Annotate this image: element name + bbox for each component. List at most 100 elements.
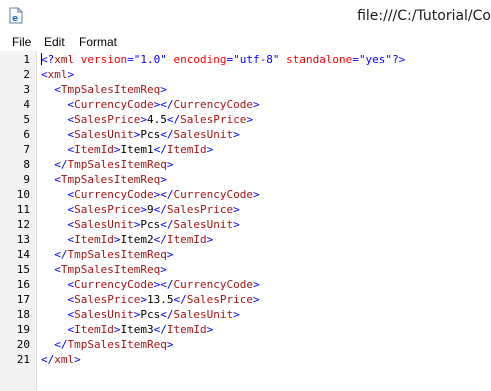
line-number: 11 xyxy=(16,203,30,216)
code-token: < xyxy=(54,83,61,96)
code-token: </ xyxy=(153,143,167,156)
code-text: <xml> xyxy=(41,67,74,82)
line-number: 17 xyxy=(16,293,30,306)
code-line: 10 <CurrencyCode></CurrencyCode> xyxy=(0,187,491,202)
code-text: <TmpSalesItemReq> xyxy=(41,82,167,97)
code-token: SalesUnit xyxy=(173,308,234,321)
code-token: CurrencyCode xyxy=(74,98,154,111)
code-token: > xyxy=(206,143,214,156)
code-line: 16 <CurrencyCode></CurrencyCode> xyxy=(0,277,491,292)
code-token: > xyxy=(252,293,260,306)
code-token: ItemId xyxy=(74,233,114,246)
code-token: SalesPrice xyxy=(186,293,253,306)
code-token: </ xyxy=(41,353,55,366)
code-token: version xyxy=(74,53,128,66)
code-token: "yes" xyxy=(358,53,393,66)
line-number: 2 xyxy=(23,68,30,81)
code-token: ></ xyxy=(153,278,174,291)
code-token: > xyxy=(233,128,240,141)
code-token: > xyxy=(160,173,167,186)
code-token: = xyxy=(352,53,359,66)
code-token: </ xyxy=(54,248,68,261)
code-text: <CurrencyCode></CurrencyCode> xyxy=(41,277,260,292)
code-token: TmpSalesItemReq xyxy=(67,338,167,351)
code-line: 15 <TmpSalesItemReq> xyxy=(0,262,491,277)
code-token: 4.5 xyxy=(146,113,167,126)
menu-format[interactable]: Format xyxy=(79,35,117,49)
code-text: </TmpSalesItemReq> xyxy=(41,337,173,352)
code-token: CurrencyCode xyxy=(173,188,253,201)
code-token: encoding xyxy=(166,53,227,66)
code-token: ItemId xyxy=(166,143,207,156)
code-editor[interactable]: 1 <?xml version="1.0" encoding="utf-8" st… xyxy=(0,51,491,391)
menu-edit[interactable]: Edit xyxy=(44,35,65,49)
code-token: Item2 xyxy=(120,233,154,246)
code-token: "utf-8" xyxy=(233,53,280,66)
code-token: </ xyxy=(153,323,167,336)
code-text: <SalesUnit>Pcs</SalesUnit> xyxy=(41,127,240,142)
code-token: > xyxy=(206,323,214,336)
code-token: Pcs xyxy=(140,128,161,141)
code-token: </ xyxy=(54,338,68,351)
code-text: <ItemId>Item1</ItemId> xyxy=(41,142,214,157)
code-token: Item1 xyxy=(120,143,154,156)
code-token: SalesUnit xyxy=(74,128,134,141)
code-token: Pcs xyxy=(140,308,161,321)
code-text: <SalesPrice>4.5</SalesPrice> xyxy=(41,112,253,127)
code-line: 3 <TmpSalesItemReq> xyxy=(0,82,491,97)
code-line: 5 <SalesPrice>4.5</SalesPrice> xyxy=(0,112,491,127)
code-line: 12 <SalesUnit>Pcs</SalesUnit> xyxy=(0,217,491,232)
line-number: 13 xyxy=(16,233,30,246)
code-token: > xyxy=(166,248,174,261)
code-text: <TmpSalesItemReq> xyxy=(41,172,167,187)
code-token: > xyxy=(113,233,121,246)
code-token: ?> xyxy=(392,53,406,66)
code-token: > xyxy=(113,323,121,336)
code-token: </ xyxy=(166,113,181,126)
code-text: <CurrencyCode></CurrencyCode> xyxy=(41,187,260,202)
code-token: ItemId xyxy=(166,233,207,246)
code-token: > xyxy=(233,203,240,216)
code-token: SalesUnit xyxy=(173,218,234,231)
code-line: 19 <ItemId>Item3</ItemId> xyxy=(0,322,491,337)
code-text: <SalesUnit>Pcs</SalesUnit> xyxy=(41,217,240,232)
code-token: </ xyxy=(54,158,68,171)
code-text: <TmpSalesItemReq> xyxy=(41,262,167,277)
code-token: </ xyxy=(153,233,167,246)
code-token: > xyxy=(113,143,121,156)
code-token: SalesPrice xyxy=(166,203,234,216)
code-line: 20 </TmpSalesItemReq> xyxy=(0,337,491,352)
code-line: 1 <?xml version="1.0" encoding="utf-8" st… xyxy=(0,52,491,67)
code-text: </TmpSalesItemReq> xyxy=(41,247,173,262)
code-token: xml xyxy=(54,353,75,366)
code-token: standalone xyxy=(279,53,353,66)
code-token: "1.0" xyxy=(133,53,167,66)
menu-file[interactable]: File xyxy=(12,35,31,49)
code-line: 6 <SalesUnit>Pcs</SalesUnit> xyxy=(0,127,491,142)
line-number: 21 xyxy=(16,353,30,366)
code-token: CurrencyCode xyxy=(173,98,253,111)
code-token: ItemId xyxy=(74,143,114,156)
line-number: 8 xyxy=(23,158,30,171)
code-token: > xyxy=(246,113,253,126)
code-token: > xyxy=(233,308,240,321)
code-token: < xyxy=(41,68,48,81)
code-token: CurrencyCode xyxy=(173,278,253,291)
code-token: TmpSalesItemReq xyxy=(67,158,167,171)
code-token: > xyxy=(74,353,81,366)
code-line: 7 <ItemId>Item1</ItemId> xyxy=(0,142,491,157)
line-number: 3 xyxy=(23,83,30,96)
code-token: > xyxy=(140,113,147,126)
code-line: 13 <ItemId>Item2</ItemId> xyxy=(0,232,491,247)
code-text: <CurrencyCode></CurrencyCode> xyxy=(41,97,260,112)
code-token: TmpSalesItemReq xyxy=(60,83,161,96)
